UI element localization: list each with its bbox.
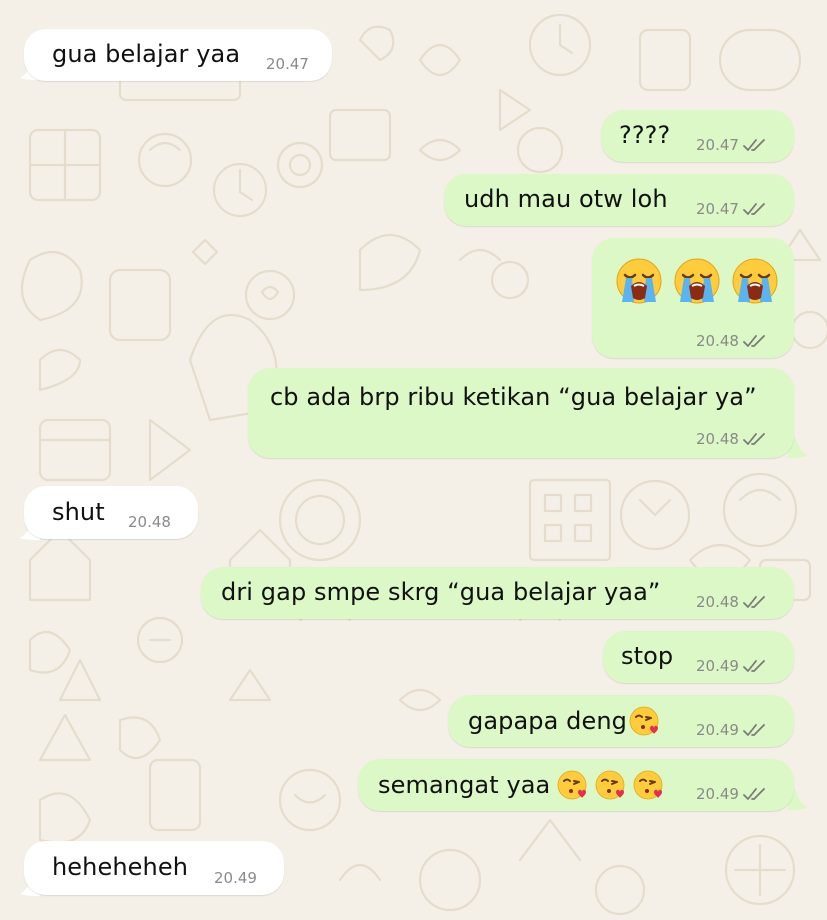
timestamp-text: 20.48 <box>696 332 739 350</box>
message-bubble-incoming[interactable]: heheheheh 20.49 <box>24 841 284 895</box>
loudly-crying-face-icon <box>674 258 720 304</box>
double-check-icon <box>743 596 765 608</box>
message-bubble-outgoing[interactable]: udh mau otw loh 20.47 <box>444 174 794 226</box>
message-timestamp: 20.48 <box>696 430 767 448</box>
message-text: stop <box>621 642 674 670</box>
double-check-icon <box>743 660 765 672</box>
face-blowing-a-kiss-icon <box>633 770 663 800</box>
message-timestamp: 20.48 <box>696 332 767 350</box>
message-bubble-outgoing[interactable]: dri gap smpe skrg “gua belajar yaa” 20.4… <box>201 567 794 619</box>
message-text: dri gap smpe skrg “gua belajar yaa” <box>221 578 661 606</box>
message-bubble-incoming[interactable]: gua belajar yaa 20.47 <box>24 29 332 81</box>
face-blowing-a-kiss-icon <box>557 770 587 800</box>
message-timestamp: 20.49 <box>696 785 767 803</box>
double-check-icon <box>743 335 765 347</box>
message-text: shut <box>52 498 105 526</box>
message-timestamp: 20.48 <box>696 593 767 611</box>
timestamp-text: 20.48 <box>128 513 171 531</box>
timestamp-text: 20.49 <box>696 657 739 675</box>
loudly-crying-face-icon <box>616 258 662 304</box>
message-timestamp: 20.48 <box>128 513 171 531</box>
message-text: ???? <box>619 121 671 149</box>
timestamp-text: 20.47 <box>266 55 309 73</box>
message-bubble-outgoing[interactable]: cb ada brp ribu ketikan “gua belajar ya”… <box>248 368 794 458</box>
emoji-row <box>614 256 780 306</box>
message-text: heheheheh <box>52 853 189 881</box>
message-bubble-incoming[interactable]: shut 20.48 <box>24 486 198 539</box>
timestamp-text: 20.47 <box>696 136 739 154</box>
message-timestamp: 20.49 <box>214 869 257 887</box>
face-blowing-a-kiss-icon <box>595 770 625 800</box>
message-text: gapapa deng <box>468 707 627 735</box>
double-check-icon <box>743 724 765 736</box>
message-timestamp: 20.49 <box>696 657 767 675</box>
message-bubble-outgoing[interactable]: ???? 20.47 <box>601 110 794 162</box>
message-content: semangat yaa <box>378 769 664 801</box>
message-bubble-outgoing[interactable]: stop 20.49 <box>603 631 794 683</box>
timestamp-text: 20.49 <box>214 869 257 887</box>
timestamp-text: 20.48 <box>696 593 739 611</box>
message-timestamp: 20.47 <box>696 200 767 218</box>
message-bubble-outgoing[interactable]: semangat yaa 20.49 <box>358 759 794 811</box>
timestamp-text: 20.49 <box>696 721 739 739</box>
double-check-icon <box>743 203 765 215</box>
message-bubble-outgoing[interactable]: 20.48 <box>592 238 794 358</box>
message-text: cb ada brp ribu ketikan “gua belajar ya” <box>270 383 757 411</box>
double-check-icon <box>743 433 765 445</box>
message-timestamp: 20.47 <box>696 136 767 154</box>
timestamp-text: 20.47 <box>696 200 739 218</box>
message-bubble-outgoing[interactable]: gapapa deng 20.49 <box>448 695 794 747</box>
double-check-icon <box>743 788 765 800</box>
timestamp-text: 20.49 <box>696 785 739 803</box>
message-text: gua belajar yaa <box>52 40 241 68</box>
message-text: semangat yaa <box>378 771 551 799</box>
message-timestamp: 20.47 <box>266 55 309 73</box>
message-content: gapapa deng <box>468 705 660 737</box>
double-check-icon <box>743 139 765 151</box>
message-timestamp: 20.49 <box>696 721 767 739</box>
face-blowing-a-kiss-icon <box>629 706 659 736</box>
loudly-crying-face-icon <box>732 258 778 304</box>
timestamp-text: 20.48 <box>696 430 739 448</box>
message-text: udh mau otw loh <box>464 185 668 213</box>
